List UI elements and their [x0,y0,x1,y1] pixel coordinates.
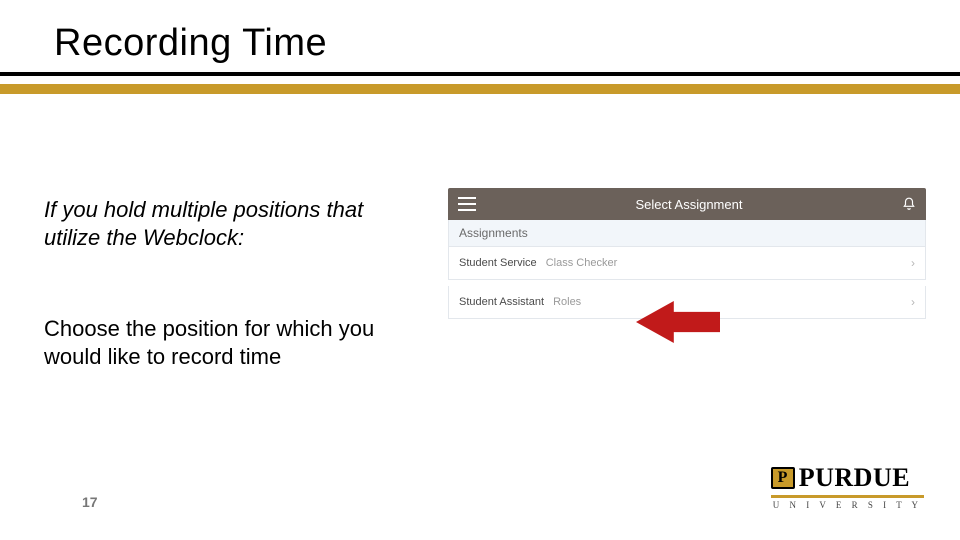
intro-paragraph: If you hold multiple positions that util… [44,196,404,251]
screenshot-header-title: Select Assignment [636,197,743,212]
chevron-right-icon: › [911,256,915,270]
logo-subtext: U N I V E R S I T Y [771,500,924,510]
chevron-right-icon: › [911,295,915,309]
menu-icon[interactable] [458,197,476,211]
logo-p-badge: P [771,467,795,489]
slide-title: Recording Time [0,22,960,65]
title-rule-gold [0,84,960,94]
instruction-paragraph: Choose the position for which you would … [44,315,404,371]
screenshot-header: Select Assignment [448,188,926,220]
title-rule-black [0,72,960,76]
assignment-row-text: Student Assistant Roles [459,296,581,308]
title-bar: Recording Time [0,22,960,65]
page-number: 17 [82,494,98,510]
logo-brand-text: PURDUE [799,463,910,493]
body-text: If you hold multiple positions that util… [44,196,404,371]
assignment-sub: Roles [553,296,581,308]
assignment-row[interactable]: Student Service Class Checker › [448,247,926,280]
slide: Recording Time If you hold multiple posi… [0,0,960,540]
assignment-sub: Class Checker [546,257,618,269]
assignment-main: Student Assistant [459,296,544,308]
logo-wordmark: P PURDUE [771,463,924,493]
screenshot-section-header: Assignments [448,220,926,247]
assignment-row-text: Student Service Class Checker [459,257,617,269]
callout-arrow-icon [636,294,720,350]
assignment-main: Student Service [459,257,537,269]
bell-icon[interactable] [902,197,916,211]
purdue-logo: P PURDUE U N I V E R S I T Y [771,463,924,510]
logo-gold-rule [771,495,924,498]
